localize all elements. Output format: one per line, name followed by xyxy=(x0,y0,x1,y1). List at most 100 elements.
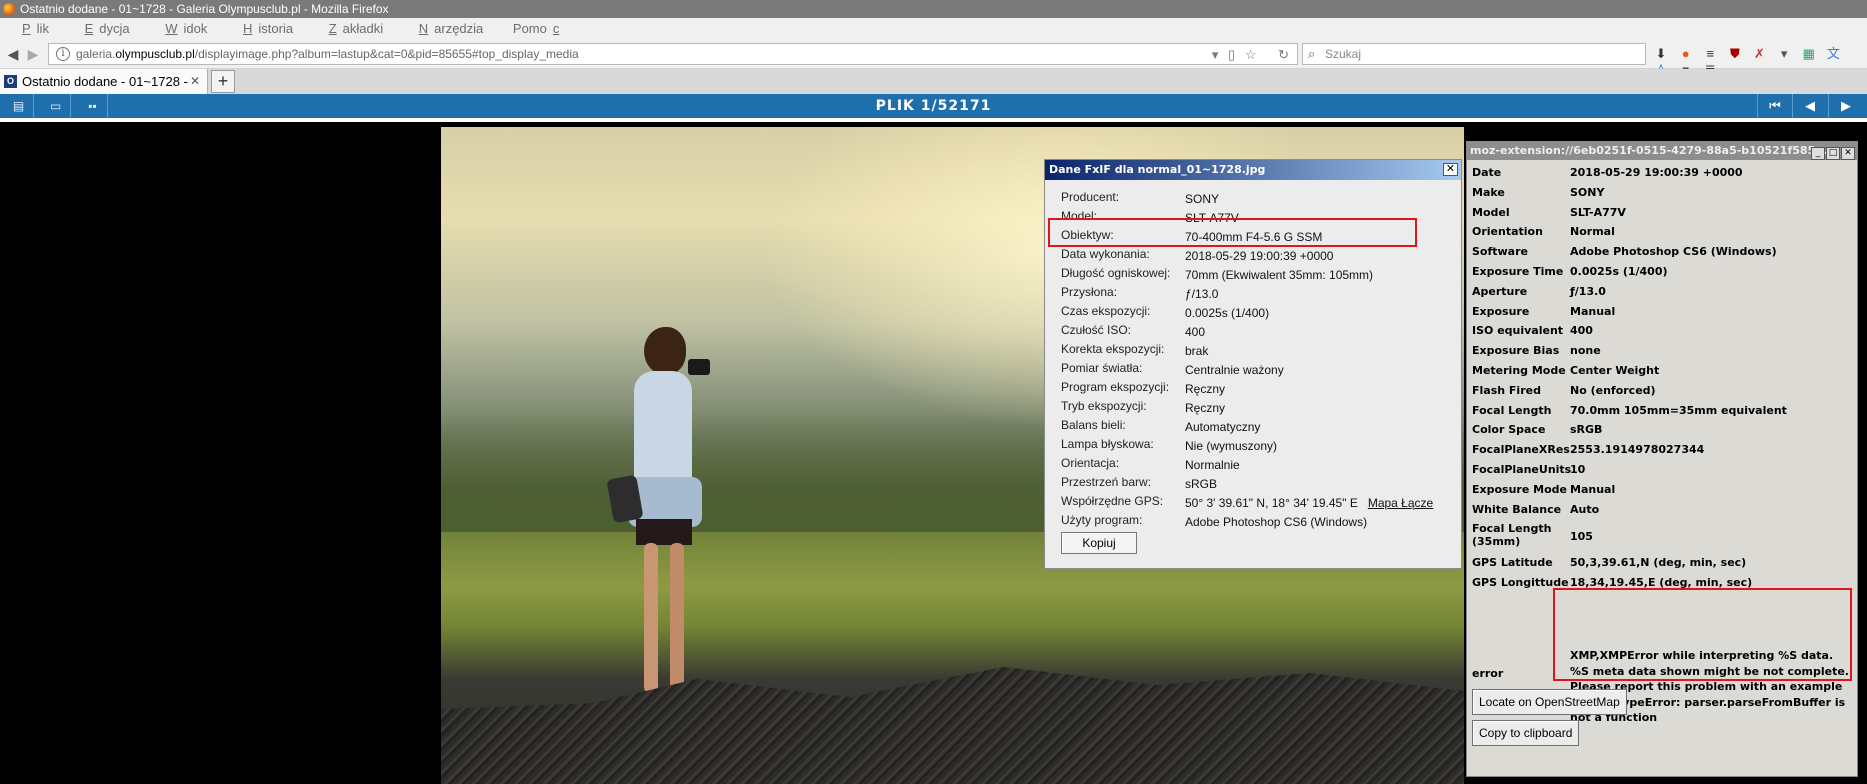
ext-key: Model xyxy=(1472,205,1510,219)
dropdown-arrow-icon[interactable]: ▾ xyxy=(1212,47,1219,62)
ext-key: Focal Length (35mm) xyxy=(1472,522,1552,549)
reader-view-icon[interactable]: ▯ xyxy=(1228,47,1235,62)
window-titlebar: Ostatnio dodane - 01~1728 - Galeria Olym… xyxy=(0,0,1867,18)
map-link[interactable]: Mapa Łącze xyxy=(1368,496,1433,510)
ext-value: Manual xyxy=(1570,482,1616,496)
tab-close-icon[interactable]: ✕ xyxy=(190,69,200,94)
copy-to-clipboard-button[interactable]: Copy to clipboard xyxy=(1472,720,1580,746)
figure-leg xyxy=(670,543,684,693)
previous-image-icon[interactable]: ◀ xyxy=(1792,94,1827,118)
site-favicon-icon: O xyxy=(4,75,17,88)
fxif-dialog-title: Dane FxIF dla normal_01~1728.jpg xyxy=(1045,160,1461,180)
fxif-value: ƒ/13.0 xyxy=(1185,287,1219,301)
thumbnails-icon[interactable]: ▤ xyxy=(4,94,34,118)
extension-icon[interactable]: ▦ xyxy=(1802,46,1816,62)
url-bar[interactable]: i galeria.olympusclub.pl/displayimage.ph… xyxy=(48,43,1298,65)
menu-bookmarks[interactable]: Zakładki xyxy=(309,18,395,39)
figure-leg xyxy=(644,543,658,693)
ext-value: Adobe Photoshop CS6 (Windows) xyxy=(1570,245,1777,259)
next-image-icon[interactable]: ▶ xyxy=(1828,94,1863,118)
tab-strip: O Ostatnio dodane - 01~1728 - ✕ + xyxy=(0,69,1867,94)
tab-active[interactable]: O Ostatnio dodane - 01~1728 - ✕ xyxy=(0,69,208,94)
ext-value: none xyxy=(1570,344,1601,358)
dropdown-icon[interactable]: ▾ xyxy=(1777,46,1791,62)
copy-button[interactable]: Kopiuj xyxy=(1061,532,1137,554)
fxif-label: Użyty program: xyxy=(1061,513,1143,527)
info-icon[interactable]: i xyxy=(56,47,70,61)
download-icon[interactable]: ⬇ xyxy=(1654,46,1668,62)
ext-row: Flash Fired No (enforced) xyxy=(1472,382,1852,402)
search-input[interactable]: ⌕ Szukaj xyxy=(1302,43,1646,65)
ext-value: 10 xyxy=(1570,462,1586,476)
ext-row: FocalPlaneUnits 10 xyxy=(1472,461,1852,481)
slideshow-icon[interactable]: ▪▪ xyxy=(78,94,108,118)
fxif-value: sRGB xyxy=(1185,477,1218,491)
fxif-label: Lampa błyskowa: xyxy=(1061,437,1154,451)
fxif-label: Tryb ekspozycji: xyxy=(1061,399,1147,413)
ext-value: sRGB xyxy=(1570,423,1603,437)
window-title: Ostatnio dodane - 01~1728 - Galeria Olym… xyxy=(20,2,389,16)
menu-tools[interactable]: Narzędzia xyxy=(399,18,496,39)
url-host: olympusclub.pl xyxy=(115,47,195,61)
fxif-value: Adobe Photoshop CS6 (Windows) xyxy=(1185,515,1368,529)
minimize-icon[interactable]: _ xyxy=(1811,147,1825,160)
ext-row: Exposure Manual xyxy=(1472,303,1852,323)
extension-panel-title: moz-extension://6eb0251f-0515-4279-88a5-… xyxy=(1467,142,1857,160)
ext-value: ƒ/13.0 xyxy=(1570,284,1606,298)
translate-icon[interactable]: 文 xyxy=(1826,46,1840,62)
firefox-icon xyxy=(3,3,15,15)
url-icons: ▾ ▯ ☆ ↻ xyxy=(1206,45,1289,65)
ext-key: FocalPlaneXRes xyxy=(1472,443,1570,457)
ext-row: Color Space sRGB xyxy=(1472,421,1852,441)
url-path: /displayimage.php?album=lastup&cat=0&pid… xyxy=(194,47,579,61)
ext-value: 70.0mm 105mm=35mm equivalent xyxy=(1570,403,1787,417)
forward-arrow-icon[interactable]: ▶ xyxy=(24,45,42,63)
menu-lines-icon[interactable]: ≡ xyxy=(1703,46,1717,62)
ext-row: Date 2018-05-29 19:00:39 +0000 xyxy=(1472,164,1852,184)
ext-key: White Balance xyxy=(1472,502,1562,516)
firefox-account-icon[interactable]: ● xyxy=(1679,46,1693,62)
first-image-icon[interactable]: ⏮ xyxy=(1757,94,1792,118)
ext-row: Metering Mode Center Weight xyxy=(1472,362,1852,382)
menu-edit[interactable]: Edycja xyxy=(65,18,142,39)
fxif-value: brak xyxy=(1185,344,1209,358)
noscript-icon[interactable]: ✗ xyxy=(1753,46,1767,62)
ext-row: Model SLT-A77V xyxy=(1472,204,1852,224)
close-icon[interactable]: ✕ xyxy=(1841,147,1855,160)
ext-row: Make SONY xyxy=(1472,184,1852,204)
photo-photographer-figure xyxy=(606,327,716,707)
tab-title: Ostatnio dodane - 01~1728 - xyxy=(22,74,188,89)
error-key: error xyxy=(1472,667,1504,680)
back-arrow-icon[interactable]: ◀ xyxy=(4,45,22,63)
ext-row: Focal Length (35mm) 105 xyxy=(1472,520,1852,554)
figure-torso xyxy=(634,371,692,491)
bookmark-star-icon[interactable]: ☆ xyxy=(1245,47,1257,62)
close-icon[interactable]: ✕ xyxy=(1443,163,1458,176)
fxif-label: Czas ekspozycji: xyxy=(1061,304,1151,318)
maximize-icon[interactable]: □ xyxy=(1826,147,1840,160)
ext-value: 105 xyxy=(1570,530,1593,544)
fxif-label: Przysłona: xyxy=(1061,285,1118,299)
menu-view[interactable]: Widok xyxy=(145,18,219,39)
menu-history[interactable]: Historia xyxy=(223,18,305,39)
fxif-label: Program ekspozycji: xyxy=(1061,380,1170,394)
fxif-value: 0.0025s (1/400) xyxy=(1185,306,1270,320)
fxif-value: SONY xyxy=(1185,192,1220,206)
menu-help[interactable]: Pomo c xyxy=(499,18,577,39)
fxif-value: Automatyczny xyxy=(1185,420,1261,434)
ext-value: 2018-05-29 19:00:39 +0000 xyxy=(1570,166,1743,179)
ext-key: Focal Length xyxy=(1472,403,1552,417)
separator xyxy=(0,118,1867,122)
ublock-icon[interactable]: ⛊ xyxy=(1728,46,1742,62)
file-info-icon[interactable]: ▭ xyxy=(41,94,71,118)
new-tab-button[interactable]: + xyxy=(211,70,235,93)
fxif-value: Centralnie ważony xyxy=(1185,363,1284,377)
nav-bar: ◀ ▶ i galeria.olympusclub.pl/displayimag… xyxy=(0,39,1867,77)
figure-head xyxy=(644,327,686,375)
menu-file[interactable]: Plik xyxy=(0,18,61,39)
fxif-label: Data wykonania: xyxy=(1061,247,1150,261)
ext-key: Color Space xyxy=(1472,423,1546,437)
reload-icon[interactable]: ↻ xyxy=(1278,47,1289,62)
locate-openstreetmap-button[interactable]: Locate on OpenStreetMap xyxy=(1472,689,1627,715)
ext-row: White Balance Auto xyxy=(1472,501,1852,521)
